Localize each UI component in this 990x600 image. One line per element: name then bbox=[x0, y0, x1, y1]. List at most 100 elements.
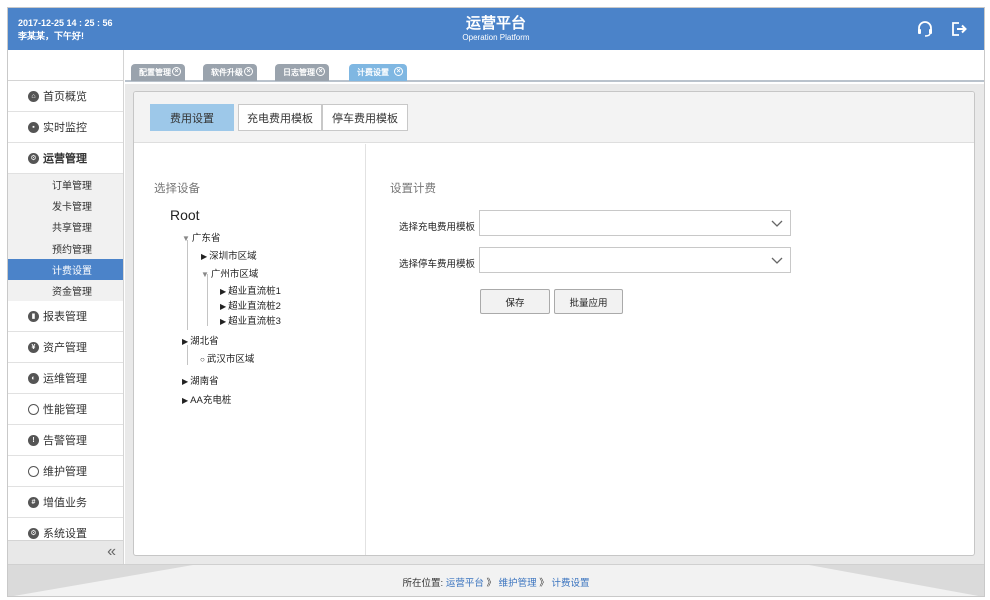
tab-software-upgrade[interactable]: 软件升级 × bbox=[203, 64, 257, 81]
tree-root[interactable]: Root bbox=[170, 207, 200, 223]
collapsed-caret-icon: ▶ bbox=[220, 287, 227, 296]
collapsed-caret-icon: ▶ bbox=[182, 337, 189, 346]
parking-template-button[interactable]: 停车费用模板 bbox=[322, 104, 408, 131]
sidebar-item-label: 运营管理 bbox=[43, 153, 87, 165]
tree-node-label: 深圳市区域 bbox=[209, 251, 257, 262]
chevron-down-icon bbox=[771, 257, 783, 264]
close-icon[interactable]: × bbox=[244, 67, 253, 76]
tree-node-shenzhen[interactable]: ▶ 深圳市区域 bbox=[201, 248, 257, 262]
headset-icon[interactable] bbox=[916, 20, 934, 38]
tree-node-guangzhou[interactable]: ▼ 广州市区域 bbox=[201, 266, 258, 280]
expanded-caret-icon: ▼ bbox=[182, 234, 190, 243]
top-header: 2017-12-25 14 : 25 : 56 李某某，下午好! 运营平台 Op… bbox=[8, 8, 984, 50]
breadcrumb-link-maintenance[interactable]: 维护管理 bbox=[499, 578, 537, 589]
fee-settings-button[interactable]: 费用设置 bbox=[150, 104, 234, 131]
sidebar-subitem-sharing[interactable]: 共享管理 bbox=[8, 216, 123, 238]
sidebar-item-label: 告警管理 bbox=[43, 435, 87, 448]
close-icon[interactable]: × bbox=[172, 67, 181, 76]
tree-node-wuhan[interactable]: ○ 武汉市区域 bbox=[200, 351, 254, 365]
sidebar-item-label: 维护管理 bbox=[43, 466, 87, 479]
sidebar-item-reports[interactable]: ▮ 报表管理 bbox=[8, 301, 123, 333]
save-button[interactable]: 保存 bbox=[480, 289, 550, 314]
sidebar-item-label: 资产管理 bbox=[43, 342, 87, 355]
tab-label: 软件升级 bbox=[211, 68, 243, 77]
tree-node-pile-3[interactable]: ▶ 超业直流桩3 bbox=[220, 313, 281, 327]
tree-node-label: 超业直流桩2 bbox=[228, 301, 281, 312]
tree-node-pile-2[interactable]: ▶ 超业直流桩2 bbox=[220, 298, 281, 312]
sidebar-subitem-orders[interactable]: 订单管理 bbox=[8, 174, 123, 196]
collapsed-caret-icon: ▶ bbox=[182, 396, 189, 405]
sidebar-item-monitor[interactable]: ▪ 实时监控 bbox=[8, 112, 123, 143]
tree-node-hunan[interactable]: ▶ 湖南省 bbox=[182, 373, 219, 387]
tab-bar: 配置管理 × 软件升级 × 日志管理 × 计费设置 × bbox=[125, 50, 984, 82]
monitor-icon: ▪ bbox=[28, 121, 39, 133]
collapsed-caret-icon: ▶ bbox=[201, 252, 208, 261]
tree-node-label: 超业直流桩3 bbox=[228, 316, 281, 327]
sidebar-subitem-funds[interactable]: 资金管理 bbox=[8, 279, 123, 302]
tab-config[interactable]: 配置管理 × bbox=[131, 64, 185, 81]
logout-icon[interactable] bbox=[950, 20, 968, 38]
sidebar: ⌂ 首页概览 ▪ 实时监控 ⚙ 运营管理 订单管理 发卡管理 共享管理 预约管理 计费… bbox=[8, 50, 124, 564]
close-icon[interactable]: × bbox=[394, 67, 403, 76]
app-subtitle: Operation Platform bbox=[462, 33, 530, 42]
tree-node-label: AA充电桩 bbox=[190, 395, 232, 406]
ops-icon: ◐ bbox=[28, 372, 39, 384]
value-added-icon: # bbox=[28, 496, 39, 508]
billing-panel: 费用设置 充电费用模板 停车费用模板 选择设备 Root ▼ 广东省 ▶ 深圳市区域… bbox=[133, 91, 975, 556]
parking-template-label: 选择停车费用模板 bbox=[399, 259, 476, 270]
device-tree-pane: 选择设备 Root ▼ 广东省 ▶ 深圳市区域 ▼ 广州市区域 ▶ 超业直流桩1 ▶ 超业… bbox=[134, 144, 366, 555]
collapsed-caret-icon: ▶ bbox=[220, 317, 227, 326]
collapsed-caret-icon: ▶ bbox=[182, 377, 189, 386]
sidebar-subitem-booking[interactable]: 预约管理 bbox=[8, 237, 123, 259]
sidebar-item-value-added[interactable]: # 增值业务 bbox=[8, 487, 123, 519]
charging-template-select[interactable] bbox=[479, 210, 791, 236]
sidebar-subitem-billing[interactable]: 计费设置 bbox=[8, 258, 123, 280]
breadcrumb: 所在位置: 运营平台 》 维护管理 》 计费设置 bbox=[8, 575, 984, 589]
tree-node-label: 广东省 bbox=[191, 233, 221, 244]
maintenance-icon bbox=[28, 465, 39, 477]
sidebar-item-label: 运维管理 bbox=[43, 373, 87, 386]
parking-template-select[interactable] bbox=[479, 247, 791, 273]
sidebar-item-operations[interactable]: ⚙ 运营管理 bbox=[8, 143, 123, 174]
sidebar-collapse-button[interactable]: « bbox=[8, 540, 123, 564]
breadcrumb-prefix: 所在位置: bbox=[402, 578, 444, 589]
breadcrumb-link-platform[interactable]: 运营平台 bbox=[446, 578, 484, 589]
batch-apply-button[interactable]: 批量应用 bbox=[554, 289, 623, 314]
alert-icon: ! bbox=[28, 434, 39, 446]
footer-bar: 所在位置: 运营平台 》 维护管理 》 计费设置 bbox=[8, 564, 984, 596]
app-title-block: 运营平台 Operation Platform bbox=[8, 15, 984, 43]
tab-billing[interactable]: 计费设置 × bbox=[349, 64, 407, 81]
tree-line bbox=[187, 345, 188, 365]
tree-node-guangdong[interactable]: ▼ 广东省 bbox=[182, 230, 220, 244]
tree-node-pile-1[interactable]: ▶ 超业直流桩1 bbox=[220, 283, 281, 297]
charging-template-button[interactable]: 充电费用模板 bbox=[238, 104, 322, 131]
breadcrumb-link-billing[interactable]: 计费设置 bbox=[551, 578, 589, 589]
device-pane-title: 选择设备 bbox=[154, 183, 200, 195]
sidebar-item-assets[interactable]: ¥ 资产管理 bbox=[8, 332, 123, 364]
sidebar-item-alerts[interactable]: ! 告警管理 bbox=[8, 425, 123, 457]
tree-node-label: 广州市区域 bbox=[210, 269, 259, 280]
sidebar-item-performance[interactable]: 性能管理 bbox=[8, 394, 123, 426]
gauge-icon bbox=[28, 403, 39, 415]
expanded-caret-icon: ▼ bbox=[201, 270, 209, 279]
sidebar-subitem-cards[interactable]: 发卡管理 bbox=[8, 195, 123, 217]
tab-label: 日志管理 bbox=[283, 68, 315, 77]
sidebar-item-ops[interactable]: ◐ 运维管理 bbox=[8, 363, 123, 395]
billing-form-title: 设置计费 bbox=[390, 183, 436, 195]
tree-node-label: 湖北省 bbox=[190, 336, 219, 347]
close-icon[interactable]: × bbox=[316, 67, 325, 76]
settings-icon: ⚙ bbox=[28, 152, 39, 164]
content-area: 费用设置 充电费用模板 停车费用模板 选择设备 Root ▼ 广东省 ▶ 深圳市区域… bbox=[125, 84, 984, 564]
sidebar-item-label: 首页概览 bbox=[43, 91, 87, 103]
charging-template-label: 选择充电费用模板 bbox=[399, 222, 476, 233]
tree-line bbox=[187, 240, 188, 330]
asset-icon: ¥ bbox=[28, 341, 39, 353]
system-icon: ⚙ bbox=[28, 527, 39, 539]
tree-node-aa-pile[interactable]: ▶ AA充电桩 bbox=[182, 392, 231, 406]
tab-logs[interactable]: 日志管理 × bbox=[275, 64, 329, 81]
tree-node-hubei[interactable]: ▶ 湖北省 bbox=[182, 333, 219, 347]
sidebar-item-home[interactable]: ⌂ 首页概览 bbox=[8, 81, 123, 112]
sidebar-item-maintenance[interactable]: 维护管理 bbox=[8, 456, 123, 488]
sidebar-item-label: 系统设置 bbox=[43, 528, 87, 541]
panel-toolbar: 费用设置 充电费用模板 停车费用模板 bbox=[134, 92, 974, 143]
